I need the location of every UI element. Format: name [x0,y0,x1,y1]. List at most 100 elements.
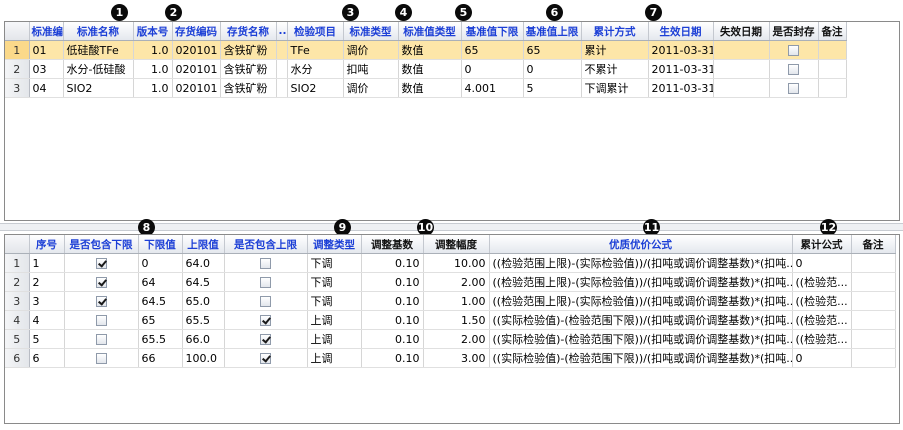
cell-include-lower[interactable] [64,310,139,330]
col-header-include-upper[interactable]: 是否包含上限 [224,235,308,254]
cell-seq[interactable]: 3 [29,291,65,311]
cell-value-type[interactable]: 数值 [398,78,462,98]
cell-adjust-type[interactable]: 下调 [307,291,362,311]
cell-accum-formula[interactable]: 0 [792,348,852,368]
cell-upper-value[interactable]: 64.0 [182,253,225,273]
col-header-upper-value[interactable]: 上限值 [182,235,225,254]
cell-inspection-item[interactable]: SIO2 [287,78,344,98]
cell-lower-value[interactable]: 65.5 [138,329,183,349]
cell-standard-type[interactable]: 调价 [343,40,399,60]
table-row[interactable]: 2 03 水分-低硅酸 1.0 020101 含铁矿粉 水分 扣吨 数值 0 0… [5,59,847,79]
col-header-seq[interactable]: 序号 [29,235,65,254]
col-header-upper-limit[interactable]: 基准值上限 [523,22,582,41]
cell-upper-value[interactable]: 65.0 [182,291,225,311]
cell-lower-value[interactable]: 64 [138,272,183,292]
col-header-include-lower[interactable]: 是否包含下限 [64,235,139,254]
cell-lower-limit[interactable]: 65 [461,40,524,60]
cell-adjust-base[interactable]: 0.10 [361,348,424,368]
cell-include-lower[interactable] [64,348,139,368]
cell-inventory-code[interactable]: 020101 [172,78,221,98]
include-lower-checkbox[interactable] [95,334,107,345]
cell-adjust-range[interactable]: 10.00 [423,253,490,273]
include-upper-checkbox[interactable] [260,353,271,364]
cell-value-type[interactable]: 数值 [398,59,462,79]
cell-standard-code[interactable]: 01 [29,40,64,60]
cell-standard-name[interactable]: 低硅酸TFe [63,40,134,60]
col-header-effective-date[interactable]: 生效日期 [648,22,714,41]
col-header-adjust-type[interactable]: 调整类型 [307,235,362,254]
cell-upper-limit[interactable]: 5 [523,78,582,98]
cell-upper-value[interactable]: 66.0 [182,329,225,349]
col-header-lower-limit[interactable]: 基准值下限 [461,22,524,41]
include-lower-checkbox[interactable] [95,277,107,288]
col-header-standard-code[interactable]: 标准编码 [29,22,64,41]
cell-adjust-range[interactable]: 2.00 [423,272,490,292]
cell-seq[interactable]: 2 [29,272,65,292]
cell-seq[interactable]: 1 [29,253,65,273]
cell-version[interactable]: 1.0 [133,59,173,79]
table-row[interactable]: 5 5 65.5 66.0 上调 0.10 2.00 ((实际检验值)-(检验范… [5,329,896,349]
cell-standard-name[interactable]: SIO2 [63,78,134,98]
cell-include-lower[interactable] [64,253,139,273]
cell-accumulation[interactable]: 累计 [581,40,649,60]
table-row[interactable]: 1 1 0 64.0 下调 0.10 10.00 ((检验范围上限)-(实际检验… [5,253,896,273]
price-adjustment-grid[interactable]: 序号 是否包含下限 下限值 上限值 是否包含上限 调整类型 调整基数 调整幅度 … [4,234,900,424]
cell-standard-code[interactable]: 04 [29,78,64,98]
cell-seq[interactable]: 4 [29,310,65,330]
include-upper-checkbox[interactable] [260,296,271,307]
cell-sealed[interactable] [769,59,819,79]
cell-inventory-code[interactable]: 020101 [172,59,221,79]
cell-seq[interactable]: 5 [29,329,65,349]
table-row[interactable]: 3 3 64.5 65.0 下调 0.10 1.00 ((检验范围上限)-(实际… [5,291,896,311]
cell-adjust-type[interactable]: 上调 [307,310,362,330]
include-lower-checkbox[interactable] [95,315,107,326]
col-header-inspection-item[interactable]: 检验项目 [287,22,344,41]
col-header-accum-formula[interactable]: 累计公式 [792,235,852,254]
cell-include-upper[interactable] [224,348,308,368]
cell-inventory-name[interactable]: 含铁矿粉 [220,78,277,98]
include-upper-checkbox[interactable] [260,315,271,326]
cell-effective-date[interactable]: 2011-03-31 [648,59,714,79]
cell-formula[interactable]: ((检验范围上限)-(实际检验值))/(扣吨或调价调整基数)*(扣吨... [489,253,793,273]
cell-expire-date[interactable] [713,59,770,79]
cell-formula[interactable]: ((检验范围上限)-(实际检验值))/(扣吨或调价调整基数)*(扣吨... [489,291,793,311]
col-header-standard-type[interactable]: 标准类型 [343,22,399,41]
include-lower-checkbox[interactable] [95,296,107,307]
cell-version[interactable]: 1.0 [133,78,173,98]
include-lower-checkbox[interactable] [95,258,107,269]
cell-upper-value[interactable]: 100.0 [182,348,225,368]
cell-formula[interactable]: ((实际检验值)-(检验范围下限))/(扣吨或调价调整基数)*(扣吨... [489,329,793,349]
cell-inventory-name[interactable]: 含铁矿粉 [220,40,277,60]
col-header-accumulation[interactable]: 累计方式 [581,22,649,41]
cell-include-upper[interactable] [224,291,308,311]
cell-upper-limit[interactable]: 65 [523,40,582,60]
cell-accumulation[interactable]: 下调累计 [581,78,649,98]
col-header-standard-name[interactable]: 标准名称 [63,22,134,41]
cell-adjust-base[interactable]: 0.10 [361,310,424,330]
panel-splitter[interactable] [0,223,903,231]
cell-accum-formula[interactable]: ((检验范... [792,291,852,311]
cell-lower-limit[interactable]: 0 [461,59,524,79]
cell-accum-formula[interactable]: ((检验范... [792,329,852,349]
cell-lower-value[interactable]: 64.5 [138,291,183,311]
cell-effective-date[interactable]: 2011-03-31 [648,78,714,98]
cell-lower-limit[interactable]: 4.001 [461,78,524,98]
cell-upper-value[interactable]: 65.5 [182,310,225,330]
cell-accum-formula[interactable]: 0 [792,253,852,273]
col-header-note[interactable]: 备注 [818,22,847,41]
col-header-value-type[interactable]: 标准值类型 [398,22,462,41]
cell-note[interactable] [851,253,896,273]
include-upper-checkbox[interactable] [260,277,271,288]
cell-adjust-type[interactable]: 下调 [307,253,362,273]
cell-standard-name[interactable]: 水分-低硅酸 [63,59,134,79]
cell-more[interactable] [276,40,288,60]
cell-accumulation[interactable]: 不累计 [581,59,649,79]
cell-accum-formula[interactable]: ((检验范... [792,310,852,330]
cell-adjust-range[interactable]: 3.00 [423,348,490,368]
col-header-lower-value[interactable]: 下限值 [138,235,183,254]
cell-include-upper[interactable] [224,329,308,349]
cell-sealed[interactable] [769,78,819,98]
cell-expire-date[interactable] [713,40,770,60]
table-row[interactable]: 1 01 低硅酸TFe 1.0 020101 含铁矿粉 TFe 调价 数值 65… [5,40,847,60]
cell-note[interactable] [851,329,896,349]
